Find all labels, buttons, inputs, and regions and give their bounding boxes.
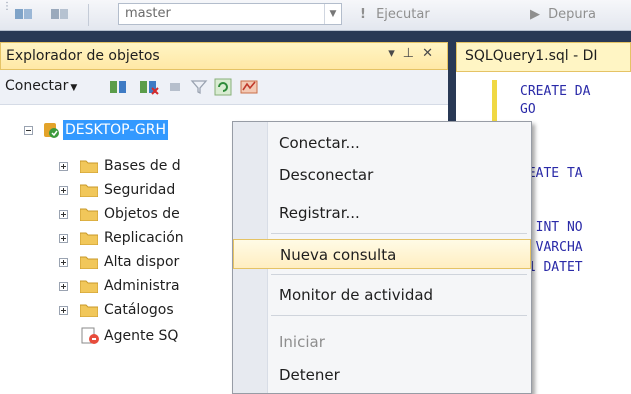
- object-explorer-toolbar: Conectar ▼: [0, 70, 448, 105]
- tab-sqlquery1-label: SQLQuery1.sql - DI: [465, 48, 598, 64]
- execute-button[interactable]: ! Ejecutar: [360, 7, 430, 22]
- tab-sqlquery1[interactable]: SQLQuery1.sql - DI: [456, 42, 631, 72]
- toolbar-divider: [88, 4, 89, 26]
- execute-label: Ejecutar: [376, 7, 430, 22]
- exclamation-icon: !: [360, 7, 366, 22]
- menu-item-label: Monitor de actividad: [279, 286, 434, 304]
- connect-dropdown[interactable]: Conectar ▼: [5, 78, 77, 94]
- stop-icon[interactable]: [168, 80, 182, 94]
- menu-item-label: Registrar...: [279, 204, 360, 222]
- refresh-icon[interactable]: [214, 78, 232, 96]
- debug-label: Depura: [548, 7, 596, 22]
- collapse-icon[interactable]: [24, 126, 33, 135]
- expand-icon[interactable]: [59, 162, 68, 171]
- expand-icon[interactable]: [59, 282, 68, 291]
- folder-icon: [80, 208, 98, 221]
- folder-icon: [80, 184, 98, 197]
- object-explorer-title: Explorador de objetos: [6, 48, 160, 64]
- code-line: GO: [520, 102, 536, 117]
- connect-label: Conectar: [5, 78, 69, 94]
- tree-item-label: Administra: [104, 278, 180, 294]
- activity-monitor-icon[interactable]: [240, 78, 260, 96]
- menu-separator: [271, 315, 527, 316]
- menu-item-label: Nueva consulta: [280, 246, 397, 264]
- menu-item-label: Iniciar: [279, 333, 325, 351]
- expand-icon[interactable]: [59, 306, 68, 315]
- chevron-down-icon: ▼: [70, 83, 78, 93]
- change-margin: [492, 80, 497, 126]
- folder-icon: [80, 232, 98, 245]
- server-icon: [44, 123, 59, 138]
- menu-item-new-query[interactable]: Nueva consulta: [233, 239, 531, 269]
- pin-icon[interactable]: ⊥: [403, 46, 422, 61]
- filter-icon[interactable]: [190, 78, 208, 96]
- menu-item-connect[interactable]: Conectar...: [233, 128, 531, 158]
- menu-item-label: Desconectar: [279, 166, 374, 184]
- tree-item-label: Bases de d: [104, 158, 181, 174]
- tree-item-label: Alta dispor: [104, 254, 180, 270]
- expand-icon[interactable]: [59, 210, 68, 219]
- database-select[interactable]: master ▼: [118, 3, 342, 25]
- debug-button[interactable]: ▶ Depura: [530, 7, 596, 22]
- panel-window-buttons[interactable]: ▾⊥✕: [388, 46, 441, 61]
- menu-item-disconnect[interactable]: Desconectar: [233, 160, 531, 190]
- database-tools-icon[interactable]: [14, 6, 34, 22]
- server-name: DESKTOP-GRH: [63, 120, 168, 140]
- menu-item-activity-monitor[interactable]: Monitor de actividad: [233, 280, 531, 310]
- context-menu: Conectar... Desconectar Registrar... Nue…: [232, 121, 532, 394]
- menu-item-stop[interactable]: Detener: [233, 360, 531, 390]
- folder-icon: [80, 160, 98, 173]
- menu-item-register[interactable]: Registrar...: [233, 198, 531, 228]
- expand-icon[interactable]: [59, 234, 68, 243]
- database-select-value: master: [125, 6, 171, 21]
- toolbar-grip[interactable]: ⋮: [2, 2, 12, 26]
- folder-icon: [80, 304, 98, 317]
- menu-separator: [271, 233, 527, 234]
- menu-item-label: Detener: [279, 366, 340, 384]
- tree-item-label: Catálogos: [104, 302, 174, 318]
- disconnect-icon[interactable]: [138, 78, 160, 96]
- folder-icon: [80, 256, 98, 269]
- database-tools-icon-2[interactable]: [50, 6, 70, 22]
- expand-icon[interactable]: [59, 186, 68, 195]
- tree-item-label: Seguridad: [104, 182, 176, 198]
- tree-item-label: Objetos de: [104, 206, 180, 222]
- expand-icon[interactable]: [59, 258, 68, 267]
- play-icon: ▶: [530, 7, 540, 22]
- menu-item-start[interactable]: Iniciar: [233, 327, 531, 357]
- tree-item-label: Replicación: [104, 230, 184, 246]
- main-toolbar: ⋮ master ▼ ! Ejecutar ▶ Depura: [0, 0, 631, 31]
- connect-object-explorer-icon[interactable]: [108, 78, 130, 96]
- dropdown-arrow-icon[interactable]: ▾: [388, 46, 403, 61]
- close-icon[interactable]: ✕: [422, 46, 441, 61]
- folder-icon: [80, 280, 98, 293]
- tree-item-label: Agente SQ: [104, 328, 179, 344]
- chevron-down-icon[interactable]: ▼: [324, 4, 341, 24]
- menu-item-label: Conectar...: [279, 134, 360, 152]
- sql-agent-icon: [81, 327, 99, 344]
- object-explorer-titlebar: Explorador de objetos ▾⊥✕: [0, 42, 448, 70]
- menu-separator: [271, 274, 527, 275]
- code-line: CREATE DA: [520, 84, 591, 99]
